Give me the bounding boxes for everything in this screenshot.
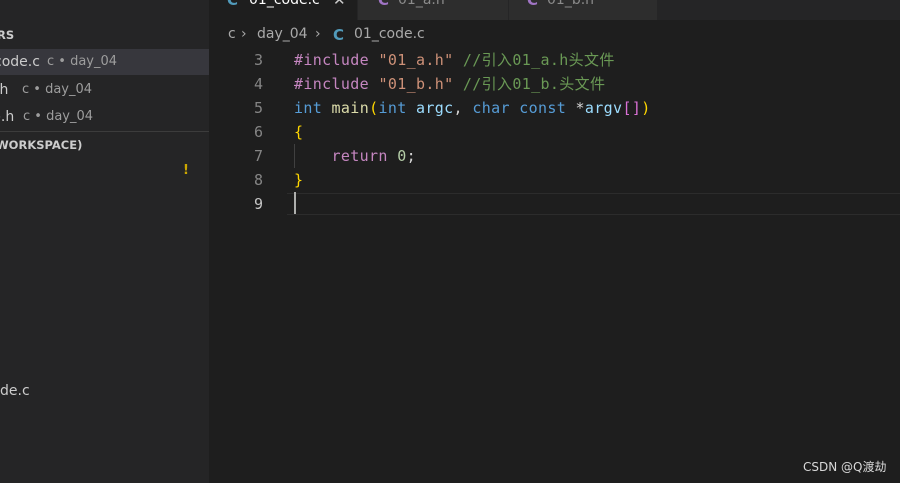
code-token: "01_b.h": [378, 75, 454, 93]
section-divider: [0, 131, 209, 132]
code-token: //引入01_a.h头文件: [462, 51, 615, 69]
line-code: return 0;: [294, 144, 416, 168]
code-line[interactable]: 3 #include "01_a.h" //引入01_a.h头文件: [209, 48, 900, 72]
code-token: argv: [584, 99, 623, 117]
code-token: ;: [406, 147, 416, 165]
line-number: 3: [253, 51, 263, 69]
code-token: main: [331, 99, 370, 117]
tab-01-a-h[interactable]: C 01_a.h: [358, 0, 509, 20]
tab-01-b-h[interactable]: C 01_b.h: [509, 0, 658, 20]
line-code: #include "01_b.h" //引入01_b.头文件: [294, 72, 605, 96]
open-editor-description: c • day_04: [47, 54, 118, 69]
breadcrumb: c › day_04 › C 01_code.c: [209, 24, 900, 46]
line-number: 4: [253, 75, 263, 93]
line-number: 9: [253, 195, 263, 213]
close-icon[interactable]: ✕: [333, 0, 346, 9]
code-token: int: [294, 99, 323, 117]
open-editor-item-b-h[interactable]: b.h c • day_04: [0, 104, 209, 130]
tab-label: 01_a.h: [398, 0, 445, 8]
editor-tab-bar: C 01_code.c ✕ C 01_a.h C 01_b.h: [209, 0, 900, 20]
open-editor-item-code-c[interactable]: code.c c • day_04: [0, 49, 209, 75]
code-line[interactable]: 5 int main(int argc, char const *argv[]): [209, 96, 900, 120]
code-token: }: [294, 171, 304, 189]
line-code: #include "01_a.h" //引入01_a.h头文件: [294, 48, 615, 72]
code-token: *: [566, 99, 585, 117]
breadcrumb-file[interactable]: 01_code.c: [354, 26, 425, 42]
open-editor-name: b.h: [0, 109, 15, 125]
line-number: 6: [253, 123, 263, 141]
breadcrumb-root[interactable]: c: [228, 26, 236, 42]
line-number: 8: [253, 171, 263, 189]
code-token: const: [519, 99, 567, 117]
outline-file-item[interactable]: de.c: [0, 383, 30, 399]
code-token: ,: [453, 99, 473, 117]
chevron-right-icon: ›: [315, 26, 321, 42]
open-editor-description: c • day_04: [23, 109, 94, 124]
code-line[interactable]: 6{: [209, 120, 900, 144]
open-editors-header[interactable]: RS: [0, 28, 14, 42]
code-token: #include: [294, 51, 379, 69]
code-token: 0: [397, 147, 407, 165]
tab-label: 01_code.c: [249, 0, 320, 8]
code-token: return: [331, 147, 388, 165]
code-token: argc: [416, 99, 454, 117]
code-token: #include: [294, 75, 379, 93]
open-editor-item-a-h[interactable]: .h c • day_04: [0, 77, 209, 103]
code-line[interactable]: 7 return 0;: [209, 144, 900, 168]
code-editor[interactable]: 3 #include "01_a.h" //引入01_a.h头文件 4 #includ…: [209, 48, 900, 483]
h-file-icon: C: [378, 0, 390, 9]
open-editor-description: c • day_04: [22, 82, 93, 97]
tab-label: 01_b.h: [547, 0, 595, 8]
code-token: int: [378, 99, 407, 117]
code-token: //引入01_b.头文件: [462, 75, 606, 93]
line-code: }: [294, 168, 303, 192]
chevron-right-icon: ›: [241, 26, 247, 42]
code-token: "01_a.h": [378, 51, 454, 69]
code-line[interactable]: 8}: [209, 168, 900, 192]
c-file-icon: C: [333, 26, 345, 44]
code-token: {: [294, 123, 304, 141]
workspace-header[interactable]: WORKSPACE): [0, 138, 82, 152]
h-file-icon: C: [527, 0, 539, 9]
line-number: 7: [253, 147, 263, 165]
explorer-sidebar: ··· RS code.c c • day_04 .h c • day_04 b…: [0, 0, 209, 483]
warning-icon: !: [183, 163, 189, 178]
c-file-icon: C: [227, 0, 239, 9]
tab-01-code-c[interactable]: C 01_code.c ✕: [209, 0, 358, 20]
code-line[interactable]: 4 #include "01_b.h" //引入01_b.头文件: [209, 72, 900, 96]
more-actions-icon[interactable]: ···: [172, 0, 187, 7]
breadcrumb-folder[interactable]: day_04: [257, 26, 308, 42]
code-token: []: [622, 99, 642, 117]
line-code: int main(int argc, char const *argv[]): [294, 96, 651, 120]
open-editor-name: .h: [0, 82, 9, 98]
open-editor-name: code.c: [0, 54, 40, 70]
code-token: char: [472, 99, 510, 117]
watermark: CSDN @Q渡劫: [803, 460, 887, 474]
line-number: 5: [253, 99, 263, 117]
code-line[interactable]: 9: [209, 192, 900, 216]
line-code: {: [294, 120, 303, 144]
code-token: ): [641, 99, 651, 117]
